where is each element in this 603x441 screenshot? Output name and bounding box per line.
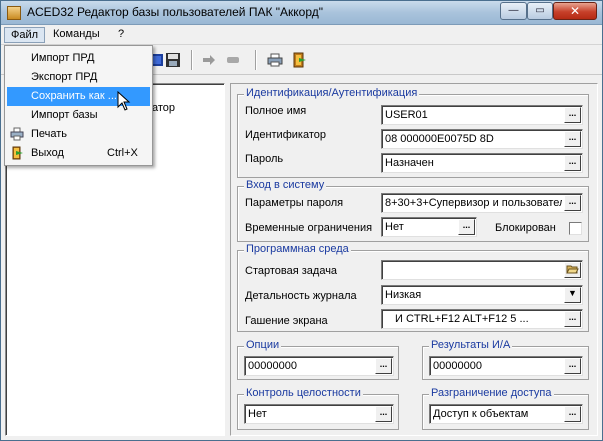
printer-icon[interactable]	[267, 52, 283, 68]
ia-results-group: Результаты И/А 00000000 ...	[422, 339, 589, 380]
access-control-value: Доступ к объектам	[433, 408, 529, 420]
identification-group: Идентификация/Аутентификация Полное имя …	[237, 87, 589, 178]
log-detail-select[interactable]: Низкая ▼	[381, 285, 583, 305]
time-limits-field[interactable]: Нет ...	[381, 217, 477, 237]
menu-item-export-prd[interactable]: Экспорт ПРД	[7, 68, 150, 87]
ia-results-value: 00000000	[433, 360, 482, 372]
start-task-label: Стартовая задача	[245, 265, 338, 277]
close-button[interactable]: ✕	[553, 2, 597, 20]
app-icon	[7, 6, 21, 20]
menu-item-label: Импорт ПРД	[31, 52, 95, 64]
blocked-label: Блокирован	[495, 222, 556, 234]
password-params-field[interactable]: 8+30+3+Супервизор и пользовател ...	[381, 193, 583, 213]
screen-off-value: И CTRL+F12 ALT+F12 5 ...	[395, 313, 529, 325]
start-task-field[interactable]	[381, 260, 583, 280]
password-ellipsis-button[interactable]: ...	[564, 155, 581, 171]
password-label: Пароль	[245, 153, 284, 165]
identifier-value: 08 000000E0075D 8D	[385, 133, 494, 145]
open-folder-icon	[566, 265, 579, 274]
menu-item-label: Выход	[31, 147, 64, 159]
screen-off-ellipsis-button[interactable]: ...	[564, 311, 581, 327]
menu-item-label: Печать	[31, 128, 68, 140]
app-window: ACED32 Редактор базы пользователей ПАК "…	[0, 0, 603, 441]
ia-results-field[interactable]: 00000000 ...	[429, 356, 583, 376]
menu-commands[interactable]: Команды	[47, 27, 106, 43]
environment-group: Программная среда Стартовая задача Детал…	[237, 243, 589, 332]
integrity-group: Контроль целостности Нет ...	[237, 387, 399, 430]
log-detail-dropdown-button[interactable]: ▼	[564, 287, 581, 303]
log-detail-label: Детальность журнала	[245, 290, 357, 302]
password-params-ellipsis-button[interactable]: ...	[564, 195, 581, 211]
identification-group-title: Идентификация/Аутентификация	[244, 87, 420, 99]
options-group-title: Опции	[244, 339, 282, 351]
exit-icon	[12, 146, 23, 160]
minimize-button[interactable]: —	[500, 2, 527, 20]
printer-icon	[10, 127, 24, 141]
menu-bar: Файл Команды ?	[1, 25, 602, 45]
access-control-ellipsis-button[interactable]: ...	[564, 406, 581, 422]
window-title: ACED32 Редактор базы пользователей ПАК "…	[27, 5, 323, 19]
identifier-label: Идентификатор	[245, 129, 326, 141]
options-group: Опции 00000000 ...	[237, 339, 399, 380]
menu-item-print[interactable]: Печать	[7, 125, 150, 144]
full-name-label: Полное имя	[245, 105, 307, 117]
screen-off-field[interactable]: И CTRL+F12 ALT+F12 5 ... ...	[381, 309, 583, 329]
menu-item-import-prd[interactable]: Импорт ПРД	[7, 49, 150, 68]
title-bar[interactable]: ACED32 Редактор базы пользователей ПАК "…	[1, 1, 602, 25]
full-name-ellipsis-button[interactable]: ...	[564, 107, 581, 123]
save-icon[interactable]	[165, 52, 181, 68]
screen-off-label: Гашение экрана	[245, 315, 328, 327]
menu-item-label: Импорт базы	[31, 109, 98, 121]
menu-item-exit[interactable]: Выход Ctrl+X	[7, 144, 150, 163]
time-limits-ellipsis-button[interactable]: ...	[458, 219, 475, 235]
menu-file[interactable]: Файл	[4, 27, 46, 43]
time-limits-value: Нет	[385, 221, 404, 233]
tree-item-label[interactable]: атор	[152, 102, 175, 114]
login-group: Вход в систему Параметры пароля 8+30+3+С…	[237, 179, 589, 242]
user-properties-panel: Идентификация/Аутентификация Полное имя …	[230, 83, 598, 436]
full-name-field[interactable]: USER01 ...	[381, 105, 583, 125]
integrity-ellipsis-button[interactable]: ...	[375, 406, 392, 422]
options-field[interactable]: 00000000 ...	[244, 356, 394, 376]
password-value: Назначен	[385, 157, 434, 169]
identifier-field[interactable]: 08 000000E0075D 8D ...	[381, 129, 583, 149]
password-params-label: Параметры пароля	[245, 197, 344, 209]
toolbar-separator	[255, 50, 257, 70]
time-limits-label: Временные ограничения	[245, 222, 373, 234]
ia-results-ellipsis-button[interactable]: ...	[564, 358, 581, 374]
blocked-checkbox[interactable]	[569, 222, 582, 235]
menu-item-shortcut: Ctrl+X	[107, 147, 138, 159]
environment-group-title: Программная среда	[244, 243, 351, 255]
options-value: 00000000	[248, 360, 297, 372]
access-control-group-title: Разграничение доступа	[429, 387, 554, 399]
access-control-field[interactable]: Доступ к объектам ...	[429, 404, 583, 424]
login-group-title: Вход в систему	[244, 179, 327, 191]
key-icon[interactable]	[225, 52, 241, 68]
menu-item-label: Сохранить как ...	[31, 90, 117, 102]
full-name-value: USER01	[385, 109, 428, 121]
identifier-ellipsis-button[interactable]: ...	[564, 131, 581, 147]
integrity-value: Нет	[248, 408, 267, 420]
menu-help[interactable]: ?	[112, 27, 130, 43]
ia-results-group-title: Результаты И/А	[429, 339, 513, 351]
toolbar-separator	[191, 50, 193, 70]
password-params-value: 8+30+3+Супервизор и пользовател	[385, 197, 562, 209]
integrity-field[interactable]: Нет ...	[244, 404, 394, 424]
menu-item-label: Экспорт ПРД	[31, 71, 98, 83]
forward-arrow-icon[interactable]	[201, 52, 217, 68]
access-control-group: Разграничение доступа Доступ к объектам …	[422, 387, 589, 430]
options-ellipsis-button[interactable]: ...	[375, 358, 392, 374]
integrity-group-title: Контроль целостности	[244, 387, 363, 399]
maximize-button[interactable]: ▭	[527, 2, 553, 20]
mouse-cursor-icon	[117, 91, 131, 111]
password-field[interactable]: Назначен ...	[381, 153, 583, 173]
start-task-browse-button[interactable]	[564, 262, 581, 278]
log-detail-value: Низкая	[385, 289, 422, 301]
exit-door-icon[interactable]	[291, 52, 307, 68]
